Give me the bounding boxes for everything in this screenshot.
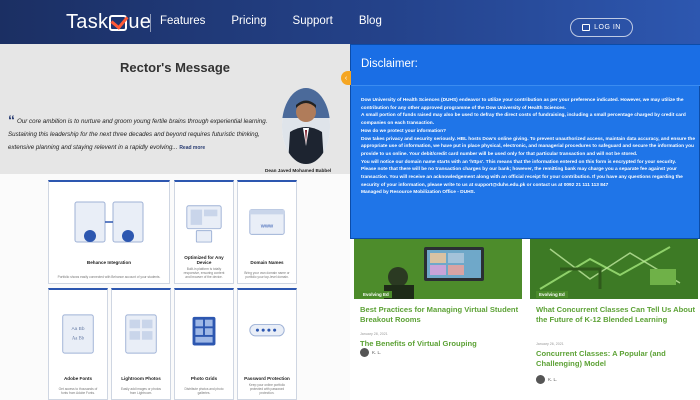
feature-title: Photo Grids <box>190 376 218 381</box>
blog-tag[interactable]: Evolving Ed <box>360 291 392 298</box>
blog-card-image <box>530 239 698 299</box>
logo-check-icon <box>109 15 128 31</box>
logo-text-2: ue <box>128 10 152 33</box>
feature-desc: Distribute photos and photo galleries. <box>184 387 224 395</box>
feature-card-device[interactable]: Optimized for Any Device Built-in platfo… <box>174 180 234 284</box>
nav-link-blog[interactable]: Blog <box>359 15 382 27</box>
nav-link-features[interactable]: Features <box>160 15 205 27</box>
svg-text:www: www <box>260 223 274 229</box>
svg-text:Aa Bb: Aa Bb <box>72 336 85 341</box>
svg-text:Aa Bb: Aa Bb <box>72 326 85 332</box>
disclaimer-line: Dow takes privacy and security seriously… <box>361 136 695 157</box>
features-grid: Behance Integration Portfolio shows easi… <box>0 174 350 400</box>
feature-desc: Get access to thousands of fonts from Ad… <box>58 387 98 395</box>
blog-title[interactable]: What Concurrent Classes Can Tell Us Abou… <box>536 305 696 325</box>
disclaimer-heading: Disclaimer: <box>361 58 418 70</box>
top-navbar: Task ue Features Pricing Support Blog LO… <box>0 0 700 44</box>
blog-card[interactable]: Evolving Ed Best Practices for Managing … <box>354 239 522 400</box>
login-label: LOG IN <box>594 24 621 31</box>
blog-card[interactable]: Evolving Ed What Concurrent Classes Can … <box>530 239 698 400</box>
logo-text-1: Task <box>66 10 109 33</box>
feature-card-password[interactable]: Password Protection Keep your online por… <box>237 288 297 400</box>
disclaimer-body: Dow University of Health Sciences (DUHS)… <box>361 97 695 197</box>
rector-quote: “Our core ambition is to nurture and gro… <box>8 112 273 155</box>
feature-card-domain[interactable]: www Domain Names Bring your own domain n… <box>237 180 297 284</box>
feature-desc: Easily add images or photos from Lightro… <box>120 387 162 395</box>
feature-desc: Bring your own domain name or portfolio … <box>244 271 290 279</box>
nav-links: Features Pricing Support Blog <box>160 15 408 27</box>
blog-title[interactable]: Best Practices for Managing Virtual Stud… <box>360 305 520 325</box>
blog-cards-section: Evolving Ed Best Practices for Managing … <box>350 239 700 400</box>
disclaimer-line: Dow University of Health Sciences (DUHS)… <box>361 98 684 111</box>
disclaimer-line: Please note that there will be no transa… <box>361 167 683 188</box>
blog-subtitle[interactable]: The Benefits of Virtual Grouping <box>360 339 520 349</box>
author-avatar <box>360 348 369 357</box>
feature-card-lightroom[interactable]: Lightroom Photos Easily add images or ph… <box>111 288 171 400</box>
feature-card-fonts[interactable]: Aa Bb Aa Bb Adobe Fonts Get access to th… <box>48 288 108 400</box>
blog-tag[interactable]: Evolving Ed <box>536 291 568 298</box>
blog-card-image <box>354 239 522 299</box>
feature-card-behance[interactable]: Behance Integration Portfolio shows easi… <box>48 180 170 284</box>
blog-author: K. L. <box>372 350 382 355</box>
quote-mark-icon: “ <box>8 112 15 128</box>
disclaimer-header: Disclaimer: <box>351 45 700 86</box>
collapse-arrow-button[interactable]: ‹ <box>341 71 351 85</box>
rector-caption: Dean Javed Mohamed Babbel <box>265 168 332 173</box>
feature-title: Optimized for Any Device <box>184 255 224 265</box>
disclaimer-panel: Disclaimer: Dow University of Health Sci… <box>350 44 700 239</box>
domain-illustration-icon: www <box>246 190 288 253</box>
rector-title: Rector's Message <box>119 60 231 75</box>
page: Task ue Features Pricing Support Blog LO… <box>0 0 700 400</box>
behance-illustration-icon <box>57 190 161 253</box>
blog-date: January 28, 2021 <box>360 332 388 336</box>
feature-title: Lightroom Photos <box>121 376 161 381</box>
disclaimer-line: You will notice our domain name starts w… <box>361 159 677 165</box>
nav-link-support[interactable]: Support <box>293 15 333 27</box>
blog-date: January 26, 2021 <box>536 342 564 346</box>
author-avatar <box>536 375 545 384</box>
blog-author: K. L. <box>548 377 558 382</box>
disclaimer-line: A small portion of funds raised may also… <box>361 113 686 127</box>
feature-desc: Built-in platform is totally responsive,… <box>183 267 225 279</box>
device-illustration-icon <box>183 190 225 253</box>
lightroom-illustration-icon <box>120 298 162 369</box>
feature-title: Adobe Fonts <box>63 376 93 381</box>
fonts-illustration-icon: Aa Bb Aa Bb <box>57 298 99 369</box>
feature-desc: Portfolio shows easily connected with Be… <box>57 275 161 279</box>
disclaimer-line: Managed by Resource Mobilization Office … <box>361 190 476 196</box>
blog-subtitle[interactable]: Concurrent Classes: A Popular (and Chall… <box>536 349 696 369</box>
taskque-logo[interactable]: Task ue <box>66 10 151 34</box>
login-button[interactable]: LOG IN <box>570 18 633 37</box>
feature-title: Domain Names <box>250 260 284 265</box>
photogrid-illustration-icon <box>183 298 225 369</box>
read-more-link[interactable]: Read more <box>179 145 205 151</box>
disclaimer-line: How do we protect your information? <box>361 128 447 134</box>
rector-portrait <box>282 88 330 164</box>
password-illustration-icon <box>246 298 288 369</box>
feature-title: Password Protection <box>244 376 290 381</box>
rector-quote-text: Our core ambition is to nurture and groo… <box>8 118 268 151</box>
nav-link-pricing[interactable]: Pricing <box>231 15 266 27</box>
login-icon <box>582 24 591 31</box>
feature-title: Behance Integration <box>86 260 132 265</box>
nav-divider <box>150 14 151 32</box>
feature-desc: Keep your online portfolio protected wit… <box>248 383 286 395</box>
feature-card-photogrid[interactable]: Photo Grids Distribute photos and photo … <box>174 288 234 400</box>
